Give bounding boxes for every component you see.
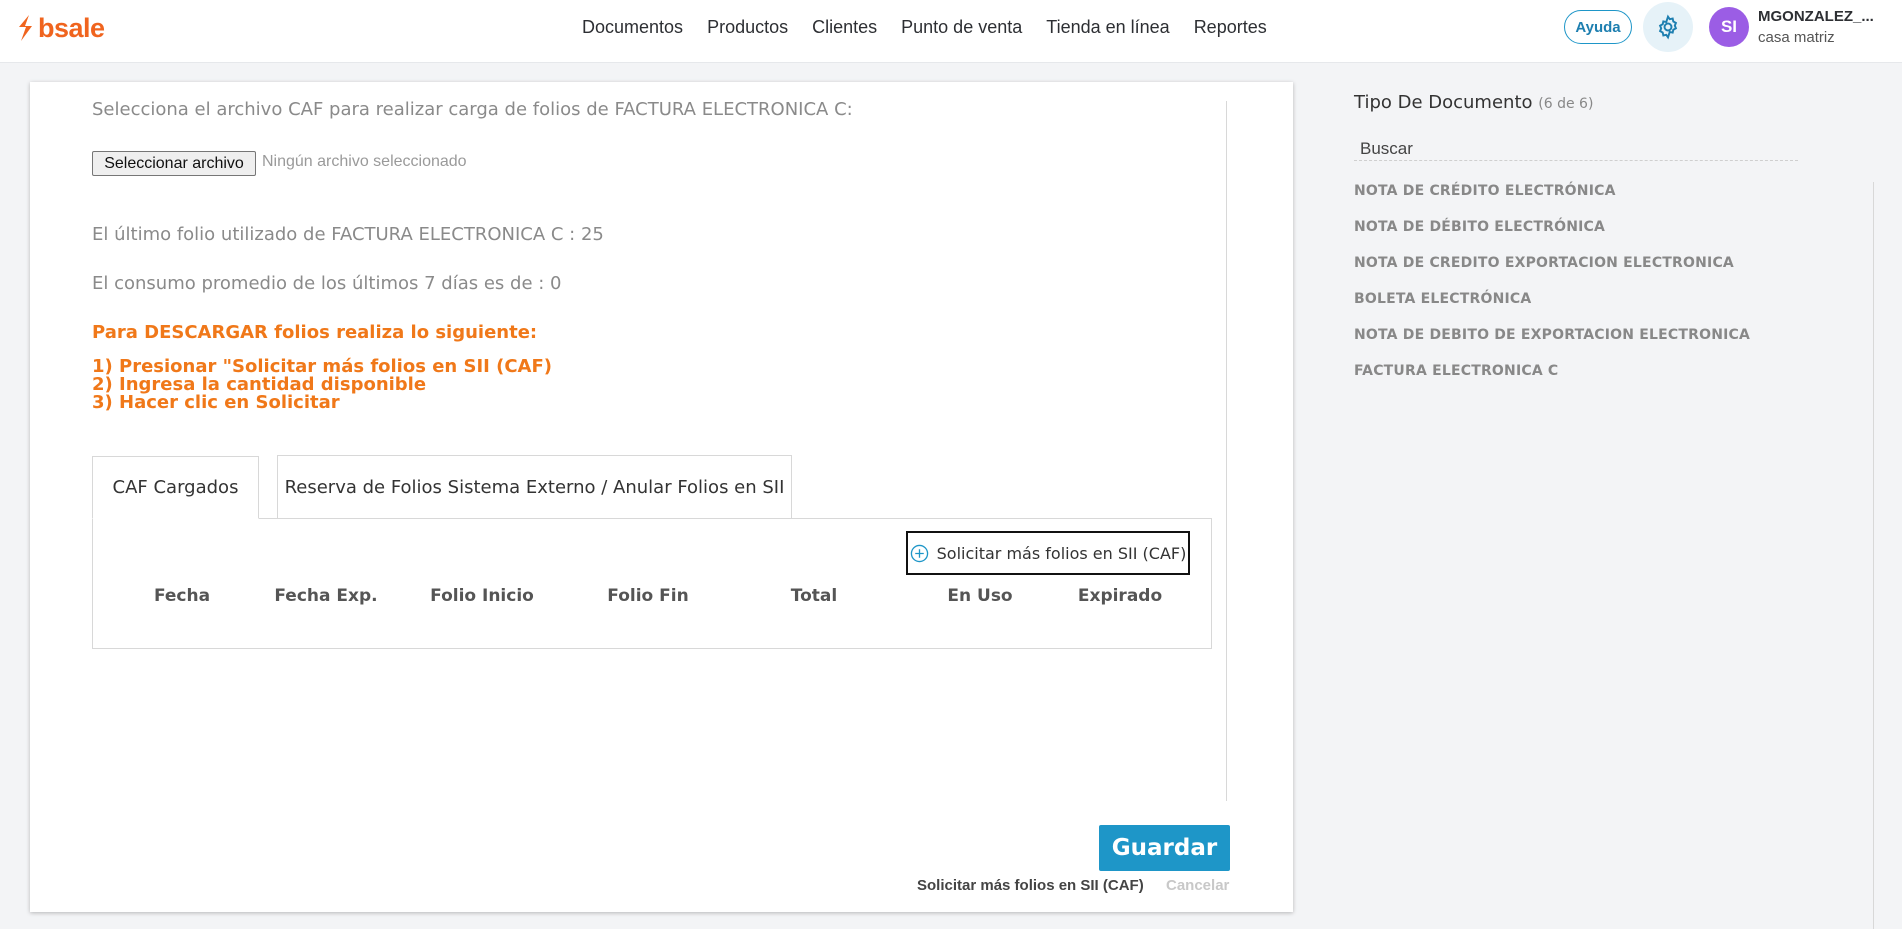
plus-circle-icon — [910, 544, 928, 562]
document-type-list: NOTA DE CRÉDITO ELECTRÓNICA NOTA DE DÉBI… — [1354, 179, 1750, 395]
col-fecha: Fecha — [153, 586, 211, 606]
col-folio-inicio: Folio Inicio — [430, 586, 534, 606]
download-steps: 1) Presionar "Solicitar más folios en SI… — [92, 358, 552, 412]
list-item[interactable]: NOTA DE CREDITO EXPORTACION ELECTRONICA — [1354, 251, 1750, 287]
avg-consumption-text: El consumo promedio de los últimos 7 día… — [92, 273, 562, 294]
nav-documentos[interactable]: Documentos — [570, 16, 695, 38]
list-item[interactable]: NOTA DE CRÉDITO ELECTRÓNICA — [1354, 179, 1750, 215]
sidebar-count: (6 de 6) — [1538, 96, 1594, 112]
nav-clientes[interactable]: Clientes — [800, 16, 889, 38]
user-branch: casa matriz — [1758, 29, 1835, 46]
list-item[interactable]: NOTA DE DÉBITO ELECTRÓNICA — [1354, 215, 1750, 251]
save-button[interactable]: Guardar — [1099, 825, 1230, 871]
sidebar-title-text: Tipo De Documento — [1354, 92, 1533, 113]
settings-button[interactable] — [1643, 2, 1693, 52]
last-folio-text: El último folio utilizado de FACTURA ELE… — [92, 224, 604, 245]
list-item[interactable]: NOTA DE DEBITO DE EXPORTACION ELECTRONIC… — [1354, 323, 1750, 359]
brand-name: bsale — [38, 12, 105, 43]
nav-productos[interactable]: Productos — [695, 16, 800, 38]
tab-caf-cargados[interactable]: CAF Cargados — [92, 456, 259, 519]
col-folio-fin: Folio Fin — [607, 586, 689, 606]
cancel-link[interactable]: Cancelar — [1166, 877, 1229, 894]
step-3: 3) Hacer clic en Solicitar — [92, 392, 340, 413]
list-item[interactable]: BOLETA ELECTRÓNICA — [1354, 287, 1750, 323]
no-file-label: Ningún archivo seleccionado — [262, 153, 467, 170]
request-caf-link[interactable]: Solicitar más folios en SII (CAF) — [917, 877, 1144, 894]
sidebar-scroll-divider — [1873, 182, 1874, 929]
document-type-search-input[interactable] — [1354, 137, 1798, 161]
gear-icon — [1658, 14, 1678, 40]
main-nav: Documentos Productos Clientes Punto de v… — [570, 16, 1279, 38]
help-button[interactable]: Ayuda — [1564, 10, 1632, 44]
col-expirado: Expirado — [1077, 586, 1163, 606]
list-item[interactable]: FACTURA ELECTRONICA C — [1354, 359, 1750, 395]
request-caf-button[interactable]: Solicitar más folios en SII (CAF) — [906, 531, 1190, 575]
nav-reportes[interactable]: Reportes — [1182, 16, 1279, 38]
choose-file-button[interactable]: Seleccionar archivo — [92, 151, 256, 176]
tab-reserva-folios[interactable]: Reserva de Folios Sistema Externo / Anul… — [277, 455, 792, 519]
bsale-logo-icon — [19, 15, 32, 41]
user-avatar[interactable]: SI — [1709, 7, 1749, 47]
user-name[interactable]: MGONZALEZ_... — [1758, 8, 1874, 25]
sidebar-title: Tipo De Documento (6 de 6) — [1354, 92, 1593, 113]
bsale-logo[interactable]: bsale — [16, 12, 105, 44]
nav-tienda-en-linea[interactable]: Tienda en línea — [1034, 16, 1181, 38]
upload-instruction: Selecciona el archivo CAF para realizar … — [92, 99, 853, 120]
download-heading: Para DESCARGAR folios realiza lo siguien… — [92, 322, 538, 343]
col-en-uso: En Uso — [947, 586, 1013, 606]
card-divider — [1226, 101, 1227, 801]
top-bar: bsale Documentos Productos Clientes Punt… — [0, 0, 1902, 63]
col-total: Total — [790, 586, 838, 606]
request-caf-label: Solicitar más folios en SII (CAF) — [936, 543, 1187, 563]
nav-punto-de-venta[interactable]: Punto de venta — [889, 16, 1034, 38]
col-fecha-exp: Fecha Exp. — [274, 586, 378, 606]
